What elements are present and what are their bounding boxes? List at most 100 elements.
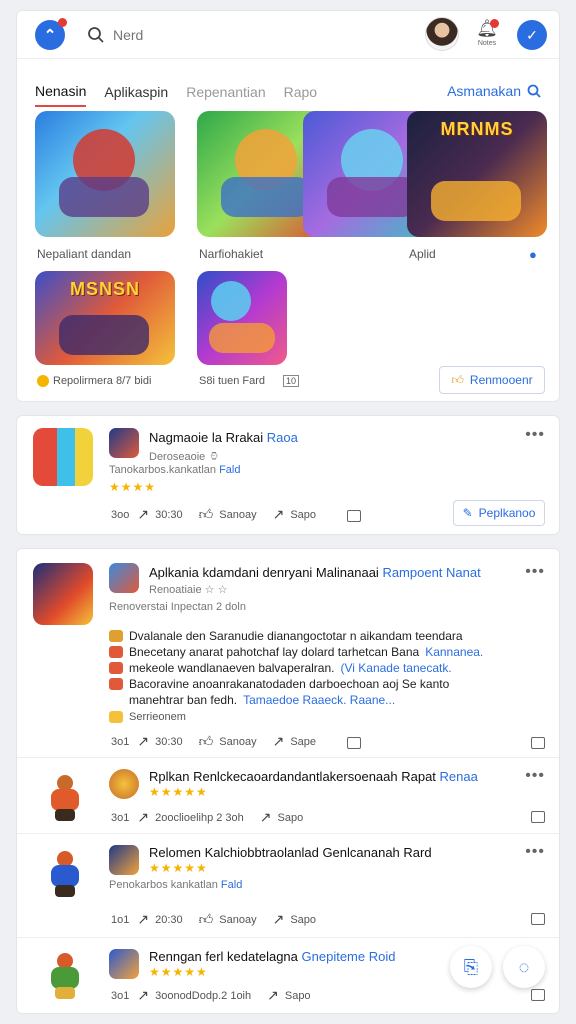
thumbs-up-icon: 👍︎ (198, 911, 214, 927)
feed-meta-link[interactable]: Fald (221, 879, 242, 891)
character-figure[interactable] (37, 769, 93, 825)
tab-apps[interactable]: Aplikaspin (104, 76, 168, 106)
save-action[interactable]: ↗ Sapo (273, 911, 316, 928)
save-action[interactable]: ↗ Sapo (260, 809, 303, 826)
search-icon (527, 84, 541, 98)
post-body-link[interactable]: (Vi Kanade tanecatk. (340, 661, 451, 675)
app-mini-icon[interactable] (109, 563, 139, 593)
share-arrow-icon: ↗ (137, 809, 150, 825)
post-title-link[interactable]: Raoa (267, 430, 298, 445)
expand-icon[interactable] (531, 811, 545, 823)
time-action[interactable]: ↗ 2ooclioelihp 2 3oh (137, 809, 243, 826)
more-options-icon[interactable]: ••• (525, 843, 545, 861)
game-tile-5[interactable]: MSNSN (35, 271, 175, 365)
post-meta-text: Tanokarbos.kankatlan (109, 464, 217, 476)
check-icon[interactable]: ✓ (517, 20, 547, 50)
app-mini-icon[interactable] (109, 949, 139, 979)
bookmark-icon[interactable] (347, 510, 361, 522)
share-arrow-icon: ↗ (267, 987, 279, 1003)
app-icon[interactable]: ⌃ (35, 18, 67, 50)
post-body-text: Bacoravine anoanrakanatodaden darboechoa… (129, 677, 450, 691)
post-title-link[interactable]: Rampoent Nanat (382, 565, 480, 580)
feed-meta-text: Penokarbos kankatlan (109, 879, 218, 891)
save-action[interactable]: ↗ Sape (273, 733, 316, 750)
post-body-line-2: Bnecetany anarat pahotchaf lay dolard ta… (109, 645, 483, 659)
time-action[interactable]: ↗ 3oonodDodp.2 1oih (137, 987, 251, 1004)
like-action[interactable]: 👍︎ Sanoay (199, 506, 257, 523)
character-figure[interactable] (37, 845, 93, 901)
feed-meta: Penokarbos kankatlan Fald (109, 879, 242, 891)
tab-repo[interactable]: Rapo (284, 76, 317, 106)
tab-right-label: Asmanakan (447, 83, 521, 99)
like-action-label: Sanoay (219, 735, 257, 748)
feed-title-link[interactable]: Gnepiteme Roid (302, 949, 396, 964)
save-action[interactable]: ↗ Sapo (273, 506, 316, 523)
chat-icon: ◌ (518, 956, 530, 977)
expand-icon[interactable] (531, 989, 545, 1001)
post-title-text: Nagmaoie la Rrakai (149, 430, 264, 445)
game-tile-4[interactable]: MRNMS (407, 111, 547, 237)
save-action[interactable]: ↗ Sapo (267, 987, 310, 1004)
time-action[interactable]: ↗ 30:30 (137, 506, 182, 523)
post-body-link[interactable]: Tamaedoe Raaeck. Raane... (243, 693, 395, 707)
more-options-icon[interactable]: ••• (525, 767, 545, 785)
bookmark-icon[interactable] (347, 737, 361, 749)
post-title[interactable]: Aplkania kdamdani denryani Malinanaai Ra… (149, 565, 481, 580)
gallery-caption-3: Aplid (409, 247, 436, 261)
post-meta: Tanokarbos.kankatlan Fald (109, 464, 240, 476)
app-mini-icon[interactable] (109, 428, 139, 458)
tab-home[interactable]: Nenasin (35, 75, 87, 107)
feed-title[interactable]: Relomen Kalchiobbtraolanlad Genlcananah … (149, 845, 432, 860)
game-tile-6[interactable] (197, 271, 287, 365)
post-body-line-3: mekeole wandlanaeven balvaperalran. (Vi K… (109, 661, 452, 675)
time-action-label: 2ooclioelihp 2 3oh (155, 811, 244, 824)
save-action-label: Sapo (277, 811, 304, 824)
game-tile-1[interactable] (35, 111, 175, 237)
post-subtitle: Renoatiaie ☆ ☆ (149, 584, 228, 596)
feed-title[interactable]: Rplkan Renlckecaoardandantlakersoenaah R… (149, 769, 478, 784)
expand-icon[interactable] (531, 913, 545, 925)
post-thumbnail[interactable] (33, 563, 93, 625)
search-bar[interactable] (87, 23, 267, 47)
tab-right-link[interactable]: Asmanakan (447, 83, 541, 99)
time-action[interactable]: ↗ 30:30 (137, 733, 182, 750)
post-body-text: mekeole wandlanaeven balvaperalran. (129, 661, 335, 675)
info-icon[interactable]: ● (529, 247, 541, 262)
apply-button[interactable]: ✎ Peplkanoo (453, 500, 545, 526)
post-count: 3oo (111, 508, 130, 521)
post-card-1: Nagmaoie la Rrakai Raoa Deroseaoie ⌚︎ Ta… (16, 415, 560, 535)
share-arrow-icon: ↗ (259, 809, 272, 825)
app-mini-icon[interactable] (109, 845, 139, 875)
tab-reports[interactable]: Repenantian (186, 76, 265, 106)
avatar[interactable] (425, 17, 459, 51)
post-thumbnail[interactable] (33, 428, 93, 486)
feed-title-link[interactable]: Renaa (440, 769, 478, 784)
post-body-link[interactable]: Kannanea. (425, 645, 483, 659)
character-figure[interactable] (37, 947, 93, 1003)
like-action[interactable]: 👍︎ Sanoay (199, 911, 257, 928)
save-action-label: Sape (290, 735, 317, 748)
notifications-button[interactable]: 🔔︎ Notes (471, 19, 503, 53)
post-actions: 3oo ↗ 30:30 👍︎ Sanoay ↗ Sapo (111, 506, 324, 523)
feed-title[interactable]: Renngan ferl kedatelagna Gnepiteme Roid (149, 949, 395, 964)
more-options-icon[interactable]: ••• (525, 426, 545, 444)
expand-icon[interactable] (531, 737, 545, 749)
post-body-line-1: Dvalanale den Saranudie dianangoctotar n… (109, 629, 463, 643)
more-options-icon[interactable]: ••• (525, 563, 545, 581)
thumbs-up-icon: 👍︎ (198, 733, 214, 749)
recommend-button[interactable]: 👍︎ Renmooenr (439, 366, 545, 394)
post-meta-link[interactable]: Fald (219, 464, 240, 476)
time-action[interactable]: ↗ 20:30 (137, 911, 182, 928)
search-input[interactable] (113, 27, 253, 43)
app-mini-icon[interactable] (109, 769, 139, 799)
clipboard-fab[interactable]: ⎘ (450, 946, 492, 988)
post-title[interactable]: Nagmaoie la Rrakai Raoa (149, 430, 298, 445)
share-arrow-icon: ↗ (137, 733, 150, 749)
gallery-caption-2: Narfiohakiet (199, 247, 264, 261)
feed-title-text: Renngan ferl kedatelagna (149, 949, 298, 964)
like-action[interactable]: 👍︎ Sanoay (199, 733, 257, 750)
chat-fab[interactable]: ◌ (503, 946, 545, 988)
clipboard-icon: ⎘ (463, 956, 479, 977)
gallery-footer-2: S8i tuen Fard 10 (199, 375, 300, 387)
post-tag[interactable]: Serrieonem (109, 711, 186, 723)
